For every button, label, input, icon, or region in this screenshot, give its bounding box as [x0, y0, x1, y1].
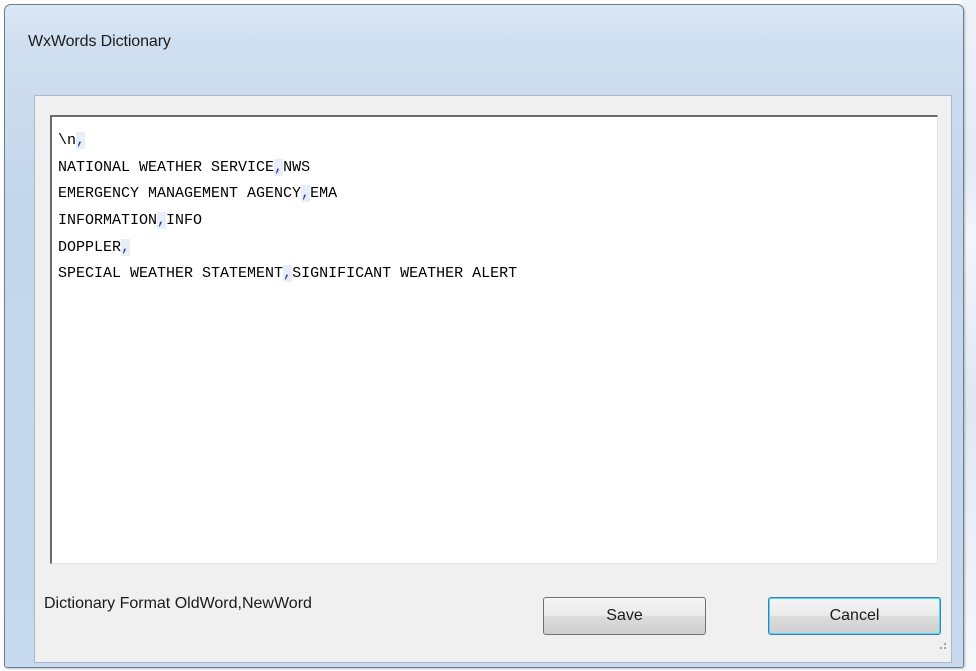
dictionary-separator: , — [301, 185, 311, 203]
dictionary-editor[interactable]: \n, NATIONAL WEATHER SERVICE,NWS EMERGENCY… — [50, 115, 938, 564]
dictionary-separator: , — [121, 238, 131, 256]
dictionary-entry-line: SPECIAL WEATHER STATEMENT,SIGNIFICANT WE… — [58, 261, 517, 288]
dictionary-old-word: EMERGENCY MANAGEMENT AGENCY — [58, 185, 302, 203]
dictionary-old-word: NATIONAL WEATHER SERVICE — [58, 158, 275, 176]
dictionary-entry-line: INFORMATION,INFO — [58, 208, 517, 235]
resize-grip-icon[interactable] — [936, 639, 946, 649]
dictionary-editor-text[interactable]: \n, NATIONAL WEATHER SERVICE,NWS EMERGENCY… — [58, 128, 517, 288]
desktop-background — [962, 0, 976, 671]
window-title: WxWords Dictionary — [28, 33, 171, 50]
dictionary-separator: , — [283, 265, 293, 283]
dictionary-separator: , — [76, 132, 86, 149]
dictionary-new-word: NWS — [283, 158, 311, 176]
save-button[interactable]: Save — [543, 597, 706, 635]
cancel-button[interactable]: Cancel — [768, 597, 941, 635]
dictionary-old-word: DOPPLER — [58, 238, 122, 256]
dictionary-old-word: SPECIAL WEATHER STATEMENT — [58, 265, 284, 283]
dictionary-new-word: INFO — [166, 212, 203, 230]
dictionary-format-label: Dictionary Format OldWord,NewWord — [44, 595, 312, 612]
dictionary-entry-line: EMERGENCY MANAGEMENT AGENCY,EMA — [58, 181, 517, 208]
dictionary-new-word: SIGNIFICANT WEATHER ALERT — [292, 265, 518, 283]
dictionary-entry-line: \n, — [58, 128, 517, 155]
dictionary-separator: , — [157, 212, 167, 230]
dictionary-separator: , — [274, 158, 284, 176]
dictionary-old-word: \n — [58, 132, 77, 149]
dictionary-entry-line: DOPPLER, — [58, 235, 517, 262]
dictionary-old-word: INFORMATION — [58, 212, 158, 230]
dictionary-new-word: EMA — [310, 185, 338, 203]
dictionary-entry-line: NATIONAL WEATHER SERVICE,NWS — [58, 155, 517, 182]
